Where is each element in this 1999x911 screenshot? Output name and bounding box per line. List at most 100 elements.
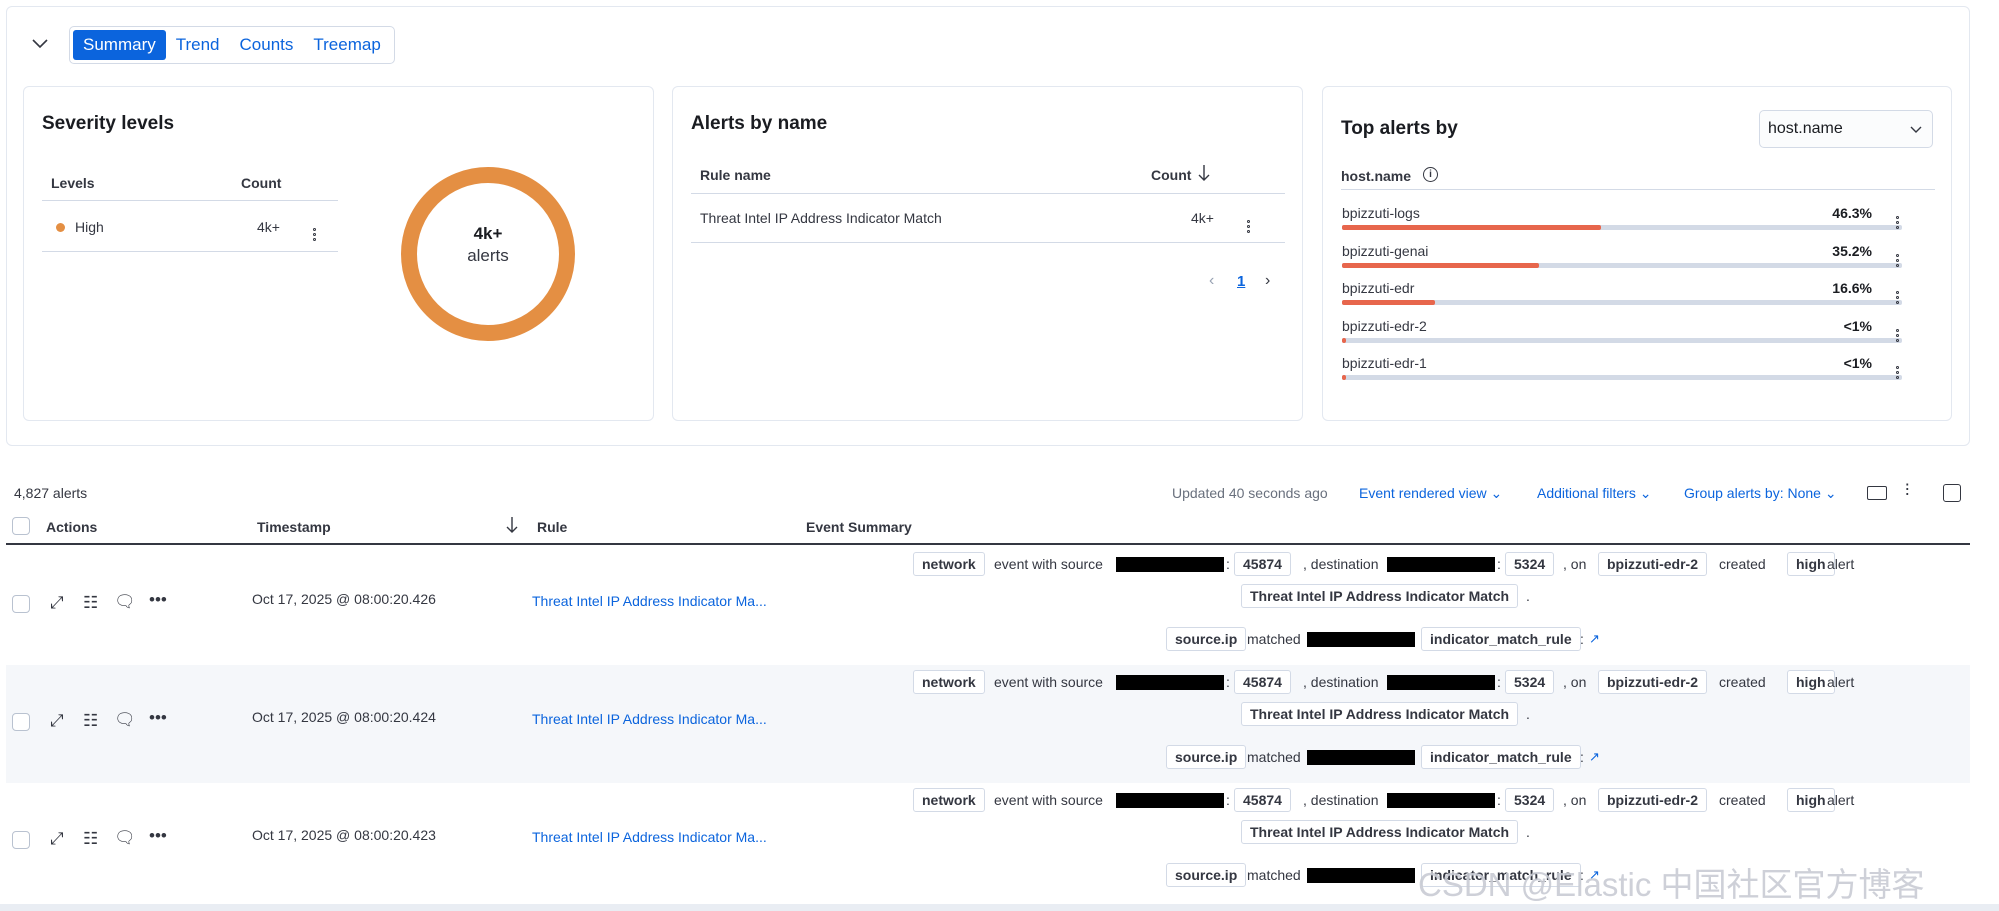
group-alerts-button[interactable]: Group alerts by: None ⌄ bbox=[1684, 485, 1837, 502]
external-link-icon[interactable]: ↗ bbox=[1589, 749, 1600, 765]
analyze-tree-icon[interactable]: ☷ bbox=[83, 593, 98, 613]
info-icon[interactable]: i bbox=[1423, 167, 1438, 182]
top-alert-row: bpizzuti-edr 16.6% bbox=[1342, 276, 1902, 312]
row-rule-link[interactable]: Threat Intel IP Address Indicator Ma... bbox=[532, 593, 767, 609]
group-by-field-select[interactable]: host.name bbox=[1759, 110, 1933, 148]
destination-port-badge[interactable]: 5324 bbox=[1505, 670, 1555, 694]
row-timestamp: Oct 17, 2025 @ 08:00:20.426 bbox=[252, 591, 436, 607]
event-rendered-view-button[interactable]: Event rendered view ⌄ bbox=[1359, 485, 1502, 502]
expand-icon[interactable]: ⤢ bbox=[50, 829, 64, 849]
notes-icon[interactable]: 🗨 bbox=[114, 828, 136, 848]
host-badge[interactable]: bpizzuti-edr-2 bbox=[1598, 670, 1707, 694]
network-badge[interactable]: network bbox=[913, 788, 985, 812]
host-actions-icon[interactable] bbox=[1892, 244, 1902, 267]
summary-text: matched bbox=[1247, 867, 1301, 883]
expand-icon[interactable]: ⤢ bbox=[50, 711, 64, 731]
host-bar-fill bbox=[1342, 300, 1435, 305]
host-bar-track bbox=[1342, 300, 1902, 305]
severity-title: Severity levels bbox=[42, 113, 175, 134]
host-percent: <1% bbox=[1843, 355, 1872, 371]
redacted-matched-ip bbox=[1307, 868, 1415, 883]
fullscreen-icon[interactable] bbox=[1943, 484, 1961, 502]
analyze-tree-icon[interactable]: ☷ bbox=[83, 711, 98, 731]
divider bbox=[691, 242, 1285, 243]
source-port-badge[interactable]: 45874 bbox=[1234, 552, 1291, 576]
row-rule-link[interactable]: Threat Intel IP Address Indicator Ma... bbox=[532, 829, 767, 845]
rule-badge[interactable]: Threat Intel IP Address Indicator Match bbox=[1241, 702, 1519, 726]
severity-row-actions-icon[interactable] bbox=[309, 218, 319, 241]
destination-port-badge[interactable]: 5324 bbox=[1505, 552, 1555, 576]
event-summary-header[interactable]: Event Summary bbox=[806, 519, 912, 535]
host-bar-fill bbox=[1342, 262, 1540, 268]
external-link-icon[interactable]: ↗ bbox=[1589, 631, 1600, 647]
summary-text: created bbox=[1719, 556, 1766, 572]
summary-text: . bbox=[1526, 824, 1530, 840]
host-actions-icon[interactable] bbox=[1892, 356, 1902, 379]
summary-text: event with source bbox=[994, 674, 1103, 690]
host-bar-fill bbox=[1342, 225, 1602, 230]
notes-icon[interactable]: 🗨 bbox=[114, 592, 136, 612]
tab-trend[interactable]: Trend bbox=[166, 30, 230, 60]
source-ip-badge[interactable]: source.ip bbox=[1166, 745, 1247, 769]
rule-header[interactable]: Rule bbox=[537, 519, 567, 535]
summary-text: event with source bbox=[994, 792, 1103, 808]
host-badge[interactable]: bpizzuti-edr-2 bbox=[1598, 788, 1707, 812]
notes-icon[interactable]: 🗨 bbox=[114, 710, 136, 730]
prev-page-icon[interactable]: ‹ bbox=[1209, 272, 1214, 290]
tab-summary[interactable]: Summary bbox=[73, 30, 166, 60]
source-port-badge[interactable]: 45874 bbox=[1234, 670, 1291, 694]
host-badge[interactable]: bpizzuti-edr-2 bbox=[1598, 552, 1707, 576]
keyboard-icon[interactable] bbox=[1867, 486, 1887, 500]
watermark: CSDN @Elastic 中国社区官方博客 bbox=[1418, 866, 1925, 903]
source-port-badge[interactable]: 45874 bbox=[1234, 788, 1291, 812]
row-timestamp: Oct 17, 2025 @ 08:00:20.423 bbox=[252, 827, 436, 843]
indicator-badge[interactable]: indicator_match_rule bbox=[1421, 627, 1581, 651]
row-rule-link[interactable]: Threat Intel IP Address Indicator Ma... bbox=[532, 711, 767, 727]
rule-badge[interactable]: Threat Intel IP Address Indicator Match bbox=[1241, 584, 1519, 608]
host-actions-icon[interactable] bbox=[1892, 281, 1902, 304]
sort-arrow-icon[interactable] bbox=[1197, 163, 1211, 188]
indicator-badge[interactable]: indicator_match_rule bbox=[1421, 745, 1581, 769]
row-checkbox[interactable] bbox=[12, 595, 30, 613]
rule-badge[interactable]: Threat Intel IP Address Indicator Match bbox=[1241, 820, 1519, 844]
expand-icon[interactable]: ⤢ bbox=[50, 593, 64, 613]
tab-treemap[interactable]: Treemap bbox=[303, 30, 390, 60]
top-alert-row: bpizzuti-genai 35.2% bbox=[1342, 239, 1902, 275]
page-1-link[interactable]: 1 bbox=[1237, 273, 1245, 290]
network-badge[interactable]: network bbox=[913, 552, 985, 576]
timestamp-header[interactable]: Timestamp bbox=[257, 519, 331, 535]
more-actions-icon[interactable]: ••• bbox=[149, 708, 167, 728]
tab-counts[interactable]: Counts bbox=[230, 30, 304, 60]
row-checkbox[interactable] bbox=[12, 831, 30, 849]
rule-name-header: Rule name bbox=[700, 167, 771, 183]
divider bbox=[691, 193, 1285, 194]
summary-text: , destination bbox=[1303, 556, 1379, 572]
summary-text: : bbox=[1580, 631, 1584, 647]
network-badge[interactable]: network bbox=[913, 670, 985, 694]
source-ip-badge[interactable]: source.ip bbox=[1166, 863, 1247, 887]
summary-text: created bbox=[1719, 792, 1766, 808]
more-actions-icon[interactable]: ••• bbox=[149, 590, 167, 610]
next-page-icon[interactable]: › bbox=[1265, 272, 1270, 290]
settings-sliders-icon[interactable]: ⫶ bbox=[1905, 481, 1909, 501]
host-actions-icon[interactable] bbox=[1892, 206, 1902, 229]
destination-port-badge[interactable]: 5324 bbox=[1505, 788, 1555, 812]
count-header[interactable]: Count bbox=[1151, 167, 1191, 183]
more-actions-icon[interactable]: ••• bbox=[149, 826, 167, 846]
summary-text: : bbox=[1580, 749, 1584, 765]
summary-text: : bbox=[1226, 792, 1230, 808]
host-actions-icon[interactable] bbox=[1892, 319, 1902, 342]
sort-arrow-icon[interactable] bbox=[505, 515, 519, 540]
host-percent: 35.2% bbox=[1832, 242, 1872, 259]
select-all-checkbox[interactable] bbox=[12, 517, 30, 535]
additional-filters-button[interactable]: Additional filters ⌄ bbox=[1537, 485, 1651, 502]
rule-row-actions-icon[interactable] bbox=[1243, 210, 1253, 233]
summary-text: matched bbox=[1247, 631, 1301, 647]
row-checkbox[interactable] bbox=[12, 713, 30, 731]
analyze-tree-icon[interactable]: ☷ bbox=[83, 829, 98, 849]
host-name: bpizzuti-edr-1 bbox=[1342, 355, 1427, 371]
row-timestamp: Oct 17, 2025 @ 08:00:20.424 bbox=[252, 709, 436, 725]
source-ip-badge[interactable]: source.ip bbox=[1166, 627, 1247, 651]
top-alert-row: bpizzuti-edr-2 <1% bbox=[1342, 314, 1902, 350]
collapse-chevron-icon[interactable] bbox=[26, 30, 54, 58]
